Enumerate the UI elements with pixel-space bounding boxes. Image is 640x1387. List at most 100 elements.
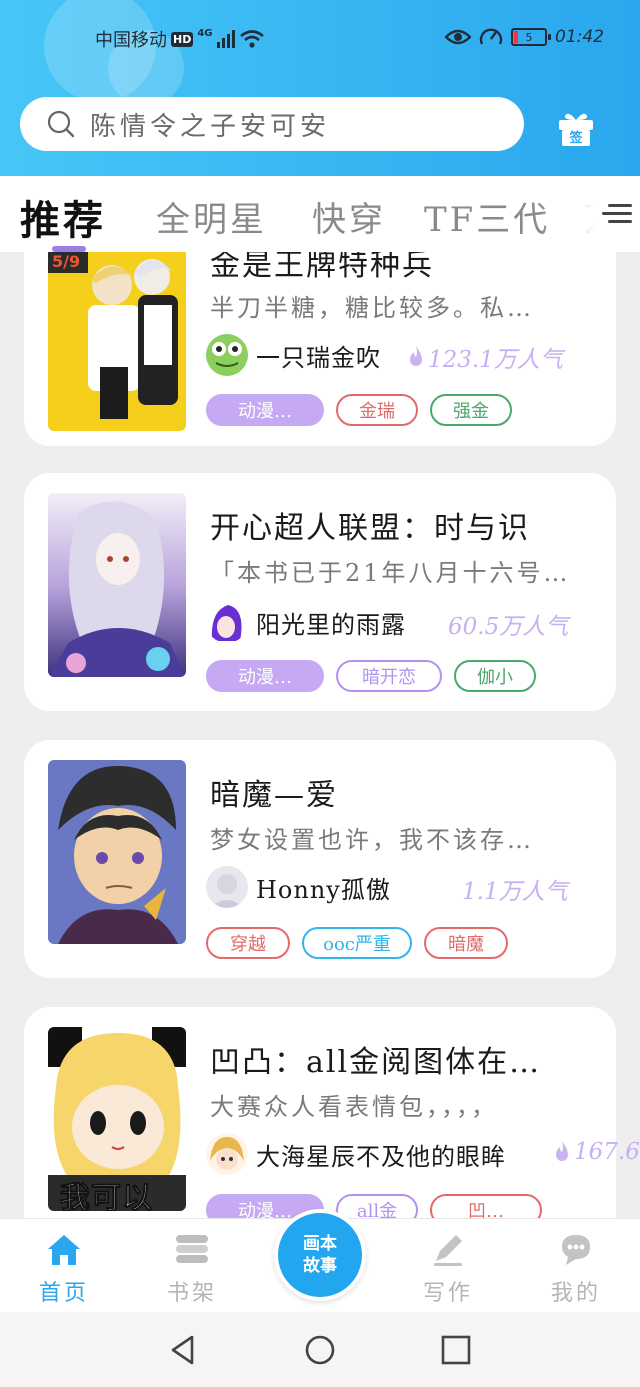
popularity: 123.1万人气: [408, 340, 563, 374]
story-cover[interactable]: [48, 493, 186, 677]
tab-tf3[interactable]: TF三代: [424, 192, 550, 241]
draw-story-button[interactable]: 画本 故事: [274, 1209, 366, 1301]
nav-me-label: 我的: [550, 1281, 601, 1306]
tag-list: 动漫… 暗开恋 伽小: [206, 660, 536, 692]
tag-list: 穿越 ooc严重 暗魔: [206, 927, 508, 959]
tag-chip[interactable]: 动漫…: [206, 660, 324, 692]
search-icon: [47, 110, 75, 138]
nav-bookshelf[interactable]: 书架: [152, 1231, 232, 1307]
popularity: 60.5万人气: [448, 607, 568, 641]
story-title[interactable]: 凹凸：all金阅图体在…: [210, 1037, 541, 1081]
popularity: 1.1万人气: [462, 872, 568, 906]
status-bar: 中国移动 HD 4G 5 01:42: [0, 20, 640, 56]
story-cover[interactable]: [48, 760, 186, 944]
popularity-count: 123.1万人气: [428, 347, 563, 373]
tag-list: 动漫… 金瑞 强金: [206, 394, 512, 426]
author-row[interactable]: 阳光里的雨露: [206, 601, 406, 643]
author-name[interactable]: Honny孤傲: [256, 870, 391, 905]
tag-chip[interactable]: all金: [336, 1194, 418, 1218]
story-cover[interactable]: 我可以: [48, 1027, 186, 1211]
tab-recommend[interactable]: 推荐: [20, 188, 106, 246]
tag-chip[interactable]: 暗开恋: [336, 660, 442, 692]
speed-icon: [479, 28, 503, 45]
tag-list: 动漫… all金 凹…: [206, 1194, 542, 1218]
popularity: 167.6: [554, 1139, 640, 1165]
network-type: 4G: [197, 27, 213, 39]
story-cover[interactable]: 5/9: [48, 252, 186, 431]
popularity-count: 167.6: [574, 1139, 640, 1165]
author-name[interactable]: 大海星辰不及他的眼眸: [256, 1137, 506, 1172]
carrier-name: 中国移动: [95, 30, 167, 51]
cover-image: [48, 760, 186, 944]
author-avatar[interactable]: [206, 866, 248, 908]
nav-write[interactable]: 写作: [408, 1231, 488, 1307]
carrier-group: 中国移动 HD 4G: [95, 26, 265, 52]
flame-icon: [410, 346, 422, 366]
author-avatar[interactable]: [206, 601, 248, 643]
tag-chip[interactable]: ooc严重: [302, 927, 412, 959]
pen-icon: [434, 1235, 462, 1266]
story-card[interactable]: 5/9 金是王牌特种兵 半刀半糖，糖比较多。私… 一只瑞金吹 123.1万人气 …: [24, 252, 616, 446]
signal-icon: [216, 30, 235, 48]
story-description: 「本书已于21年八月十六号…: [210, 559, 571, 587]
story-description: 大赛众人看表情包，，，，: [210, 1093, 498, 1121]
nav-bookshelf-label: 书架: [166, 1281, 217, 1306]
tag-chip[interactable]: 穿越: [206, 927, 290, 959]
tab-all-stars[interactable]: 全明星: [156, 192, 267, 241]
tag-chip[interactable]: 凹…: [430, 1194, 542, 1218]
eye-icon: [445, 29, 471, 45]
story-title[interactable]: 暗魔—爱: [210, 770, 338, 814]
status-right-group: 5 01:42: [445, 26, 604, 48]
popularity-count: 1.1万人气: [462, 879, 568, 905]
bottom-navigation: 首页 书架 画本 故事 写作 我的: [0, 1209, 640, 1312]
cover-image: [48, 493, 186, 677]
category-tabs: 推荐 全明星 快穿 TF三代 万: [0, 176, 640, 252]
home-circle-icon[interactable]: [304, 1334, 336, 1366]
tag-chip[interactable]: 暗魔: [424, 927, 508, 959]
story-title[interactable]: 开心超人联盟：时与识: [210, 503, 530, 547]
search-placeholder: 陈情令之子安可安: [90, 111, 331, 142]
svg-text:5/9: 5/9: [52, 252, 80, 271]
author-name[interactable]: 一只瑞金吹: [256, 338, 381, 373]
tag-chip[interactable]: 强金: [430, 394, 512, 426]
story-description: 梦女设置也许，我不该存…: [210, 826, 534, 854]
bookshelf-icon: [176, 1235, 208, 1263]
story-card[interactable]: 我可以 凹凸：all金阅图体在… 大赛众人看表情包，，，， 大海星辰不及他的眼眸…: [24, 1007, 640, 1218]
search-bar[interactable]: 陈情令之子安可安: [20, 97, 524, 151]
menu-icon[interactable]: [602, 200, 632, 228]
author-avatar[interactable]: [206, 334, 248, 376]
flame-icon: [556, 1141, 568, 1161]
wifi-icon: [239, 30, 264, 48]
nav-me[interactable]: 我的: [536, 1231, 616, 1307]
nav-home[interactable]: 首页: [24, 1231, 104, 1307]
author-row[interactable]: 一只瑞金吹: [206, 334, 381, 376]
draw-story-line2: 故事: [303, 1256, 337, 1276]
checkin-gift-button[interactable]: 签: [556, 110, 596, 148]
cover-image: 5/9: [48, 252, 186, 431]
author-row[interactable]: Honny孤傲: [206, 866, 391, 908]
story-feed[interactable]: 5/9 金是王牌特种兵 半刀半糖，糖比较多。私… 一只瑞金吹 123.1万人气 …: [0, 252, 640, 1218]
clock: 01:42: [555, 27, 604, 47]
back-icon[interactable]: [168, 1334, 200, 1366]
story-card[interactable]: 开心超人联盟：时与识 「本书已于21年八月十六号… 阳光里的雨露 60.5万人气…: [24, 473, 616, 711]
author-name[interactable]: 阳光里的雨露: [256, 605, 406, 640]
nav-write-label: 写作: [422, 1281, 473, 1306]
hd-badge: HD: [171, 31, 194, 47]
author-row[interactable]: 大海星辰不及他的眼眸: [206, 1133, 506, 1175]
recents-icon[interactable]: [440, 1334, 472, 1366]
tab-quick-travel[interactable]: 快穿: [312, 192, 386, 241]
tag-chip[interactable]: 动漫…: [206, 394, 324, 426]
story-title[interactable]: 金是王牌特种兵: [210, 252, 434, 284]
home-icon: [48, 1235, 80, 1265]
battery-icon: 5: [511, 28, 551, 46]
author-avatar[interactable]: [206, 1133, 248, 1175]
story-description: 半刀半糖，糖比较多。私…: [210, 294, 534, 322]
story-card[interactable]: 暗魔—爱 梦女设置也许，我不该存… Honny孤傲 1.1万人气 穿越 ooc严…: [24, 740, 616, 978]
system-navigation-bar: [0, 1312, 640, 1387]
battery-level: 5: [525, 30, 533, 44]
cover-caption: 我可以: [60, 1181, 153, 1212]
tag-chip[interactable]: 伽小: [454, 660, 536, 692]
tag-chip[interactable]: 金瑞: [336, 394, 418, 426]
popularity-count: 60.5万人气: [448, 614, 569, 640]
app-header: 中国移动 HD 4G 5 01:42 陈情令之子安可安 签: [0, 0, 640, 176]
